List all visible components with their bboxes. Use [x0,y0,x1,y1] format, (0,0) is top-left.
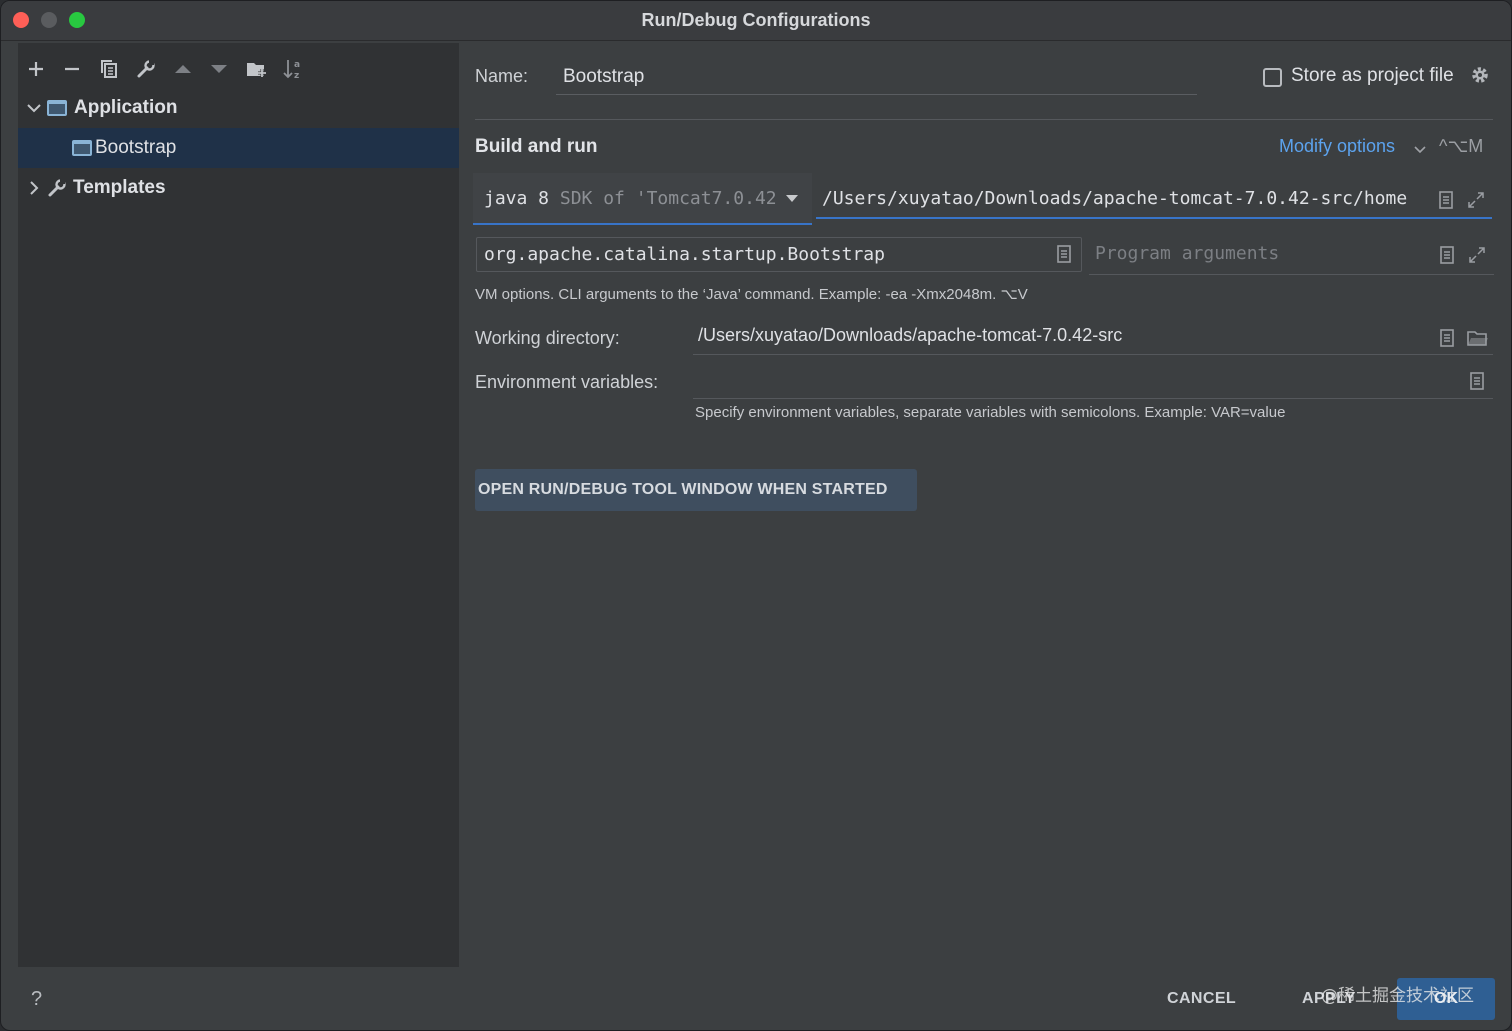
jdk-detail: SDK of 'Tomcat7.0.42 [559,188,777,209]
chevron-right-icon[interactable] [27,181,41,195]
expand-icon[interactable] [1467,191,1485,209]
application-config-icon [72,140,92,156]
remove-button[interactable] [59,55,85,83]
move-down-icon [211,65,227,73]
tree-item-bootstrap[interactable]: Bootstrap [18,128,459,168]
watermark: @稀土掘金技术社区 [1321,986,1474,1006]
add-icon [29,62,43,76]
environment-variables-label: Environment variables: [475,372,659,392]
chevron-down-icon[interactable] [27,101,41,115]
move-down-button[interactable] [206,55,232,83]
svg-text:z: z [294,71,299,80]
document-icon[interactable] [1438,191,1454,209]
main-class-input[interactable]: org.apache.catalina.startup.Bootstrap [476,237,1082,272]
new-folder-button[interactable] [244,55,270,83]
application-icon [47,100,67,116]
tree-item-label: Application [74,97,178,118]
store-as-project-file-label: Store as project file [1291,65,1454,86]
classpath-input[interactable]: /Users/xuyatao/Downloads/apache-tomcat-7… [816,179,1492,219]
vm-options-hint: VM options. CLI arguments to the ‘Java’ … [475,286,1028,303]
dropdown-arrow-icon[interactable] [786,195,798,202]
header-separator [475,119,1493,120]
sidebar-toolbar: az [18,55,459,85]
edit-templates-button[interactable] [133,55,159,83]
tree-item-application[interactable]: Application [18,88,459,128]
modify-options-shortcut: ^⌥M [1439,136,1484,156]
help-button[interactable]: ? [31,988,42,1011]
cancel-button[interactable]: CANCEL [1167,990,1236,1008]
copy-icon [101,60,117,78]
program-arguments-input[interactable]: Program arguments [1089,237,1494,275]
tree-item-label: Templates [73,177,166,198]
wrench-icon [137,60,155,78]
name-input[interactable]: Bootstrap [556,61,1197,95]
modify-options-link[interactable]: Modify options [1279,136,1395,157]
chevron-down-icon[interactable] [1414,141,1426,159]
document-icon[interactable] [1439,329,1455,347]
tree-item-label: Bootstrap [95,137,177,158]
configurations-sidebar: az Application Bootstrap Templates [18,43,459,967]
jdk-selector[interactable]: java 8 SDK of 'Tomcat7.0.42 [473,173,812,225]
section-title: Build and run [475,136,598,157]
configuration-tree: Application Bootstrap Templates [18,88,459,208]
title-bar: Run/Debug Configurations [1,1,1511,41]
working-directory-input[interactable]: /Users/xuyatao/Downloads/apache-tomcat-7… [693,320,1493,355]
svg-text:a: a [294,60,300,70]
window-title: Run/Debug Configurations [641,10,871,30]
remove-icon [65,67,79,71]
sort-icon: az [283,60,300,80]
new-folder-icon [247,63,266,77]
move-up-button[interactable] [170,55,196,83]
document-icon[interactable] [1469,372,1485,390]
environment-variables-input[interactable] [693,364,1493,399]
move-up-icon [175,65,191,73]
working-directory-label: Working directory: [475,328,620,348]
gear-icon[interactable] [1470,65,1490,90]
tree-item-templates[interactable]: Templates [18,168,459,208]
expand-icon[interactable] [1468,246,1486,264]
document-icon[interactable] [1056,245,1072,263]
jdk-version: java 8 [484,188,550,209]
name-label: Name: [475,66,529,86]
copy-button[interactable] [96,55,122,83]
sort-button[interactable]: az [280,55,306,83]
store-as-project-file-checkbox[interactable] [1263,68,1282,87]
run-debug-dialog: Run/Debug Configurations a z Application… [0,0,1512,1031]
document-icon[interactable] [1439,246,1455,264]
environment-variables-hint: Specify environment variables, separate … [695,404,1286,421]
wrench-icon [47,178,67,198]
open-tool-window-option[interactable]: OPEN RUN/DEBUG TOOL WINDOW WHEN STARTED [475,469,917,511]
add-button[interactable] [23,55,49,83]
configuration-form: Name: Bootstrap Store as project file Bu… [459,43,1511,967]
folder-icon[interactable] [1467,330,1489,346]
